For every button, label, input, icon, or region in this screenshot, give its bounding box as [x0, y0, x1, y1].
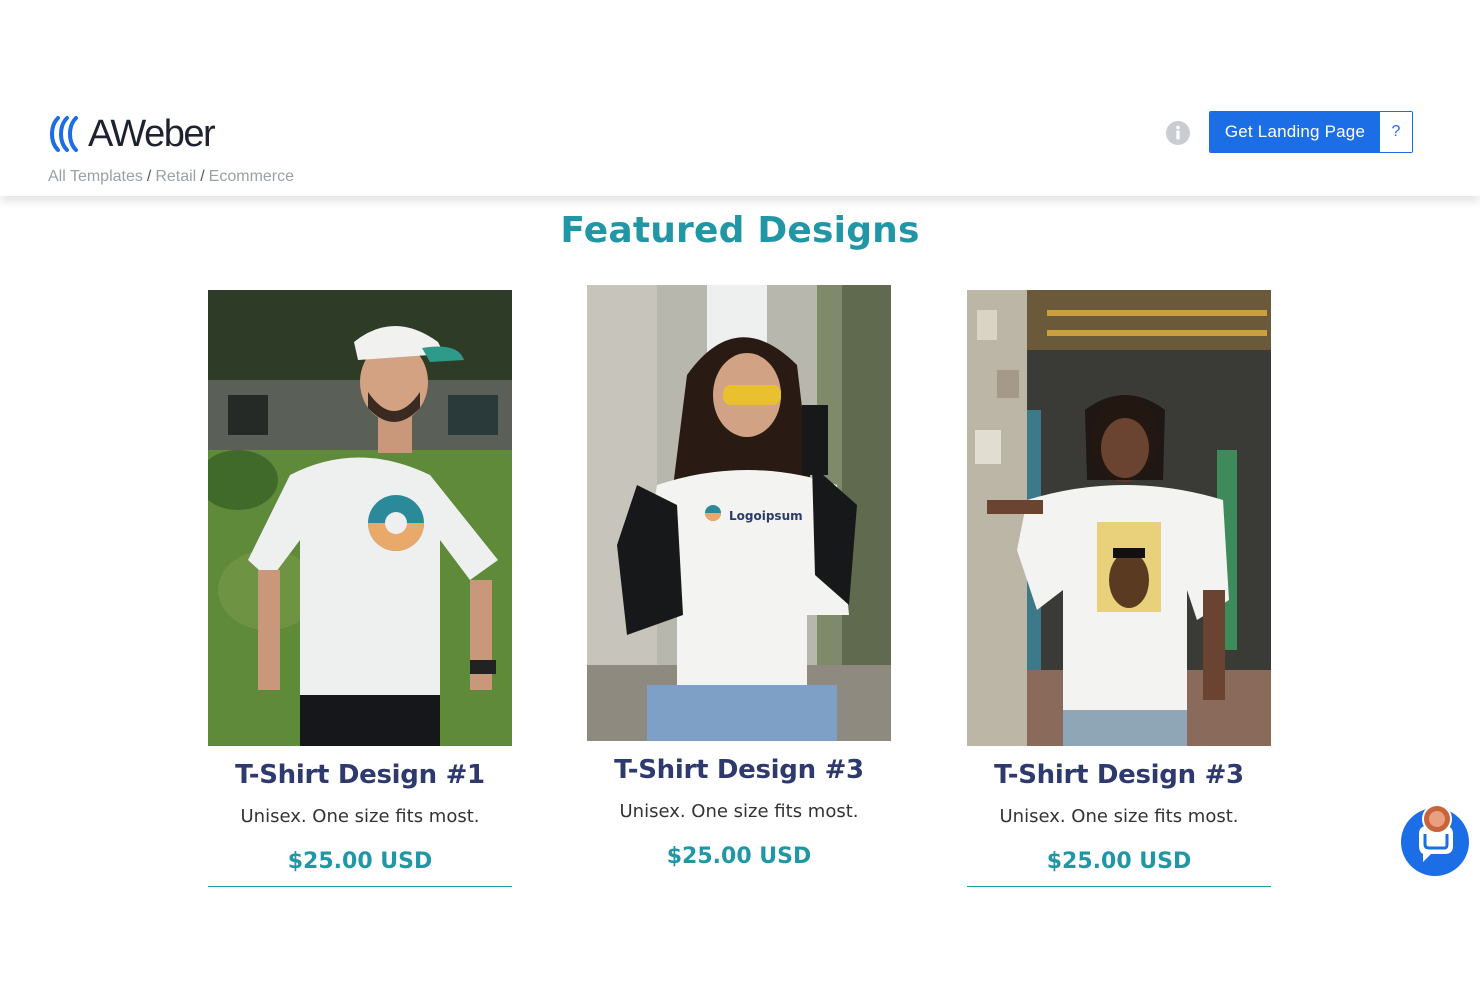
product-image-3[interactable]	[967, 290, 1271, 746]
product-price: $25.00 USD	[666, 844, 812, 869]
product-description: Unisex. One size fits most.	[240, 806, 480, 827]
product-price: $25.00 USD	[287, 849, 433, 874]
chat-bubble-icon[interactable]	[1399, 804, 1471, 876]
model-photo-alley: Logoipsum	[587, 285, 891, 741]
model-photo-corridor	[967, 290, 1271, 746]
top-header: AWeber All Templates / Retail / Ecommerce Ge…	[0, 0, 1480, 196]
section-title: Featured Designs	[560, 210, 920, 251]
breadcrumb-all-templates[interactable]: All Templates	[48, 168, 143, 185]
model-photo-garden	[208, 290, 512, 746]
product-card-2[interactable]: Logoipsum T-Shirt Design #3 Unisex. One …	[587, 285, 891, 869]
aweber-logo[interactable]: AWeber	[48, 113, 216, 155]
get-landing-page-button[interactable]: Get Landing Page	[1210, 112, 1380, 152]
aweber-wave-icon	[50, 116, 78, 152]
help-button[interactable]: ?	[1380, 112, 1412, 152]
divider	[967, 886, 1271, 887]
divider	[208, 886, 512, 887]
shirt-print-text: Logoipsum	[729, 509, 803, 523]
get-landing-page-button-group: Get Landing Page ?	[1209, 111, 1413, 153]
info-icon[interactable]	[1166, 121, 1190, 145]
breadcrumb-ecommerce[interactable]: Ecommerce	[209, 168, 294, 185]
logo-text: AWeber	[88, 113, 216, 155]
product-price: $25.00 USD	[1046, 849, 1192, 874]
product-name[interactable]: T-Shirt Design #3	[587, 755, 891, 785]
breadcrumb-separator: /	[200, 168, 205, 185]
product-card-1[interactable]: T-Shirt Design #1 Unisex. One size fits …	[208, 290, 512, 887]
product-image-2[interactable]: Logoipsum	[587, 285, 891, 741]
breadcrumb: All Templates / Retail / Ecommerce	[48, 167, 294, 187]
product-description: Unisex. One size fits most.	[619, 801, 859, 822]
breadcrumb-retail[interactable]: Retail	[155, 168, 196, 185]
product-name[interactable]: T-Shirt Design #3	[967, 760, 1271, 790]
product-image-1[interactable]	[208, 290, 512, 746]
product-description: Unisex. One size fits most.	[999, 806, 1239, 827]
product-name[interactable]: T-Shirt Design #1	[208, 760, 512, 790]
product-card-3[interactable]: T-Shirt Design #3 Unisex. One size fits …	[967, 290, 1271, 887]
breadcrumb-separator: /	[146, 168, 152, 185]
